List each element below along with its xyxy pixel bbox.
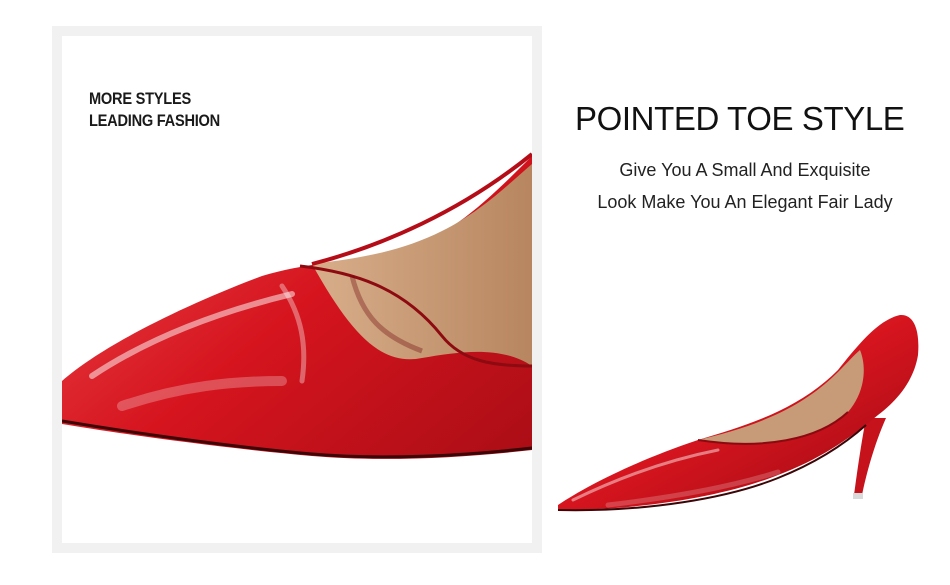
tagline-line-2: LEADING FASHION bbox=[89, 111, 220, 130]
feature-line-2: Look Make You An Elegant Fair Lady bbox=[597, 192, 893, 212]
feature-title: POINTED TOE STYLE bbox=[575, 100, 905, 137]
tagline-line-1: MORE STYLES bbox=[89, 89, 191, 108]
closeup-tagline: MORE STYLES LEADING FASHION bbox=[89, 88, 220, 132]
feature-line-1: Give You A Small And Exquisite bbox=[619, 160, 871, 180]
shoe-closeup-photo: MORE STYLES LEADING FASHION bbox=[62, 36, 532, 543]
shoe-product-photo bbox=[548, 300, 928, 530]
